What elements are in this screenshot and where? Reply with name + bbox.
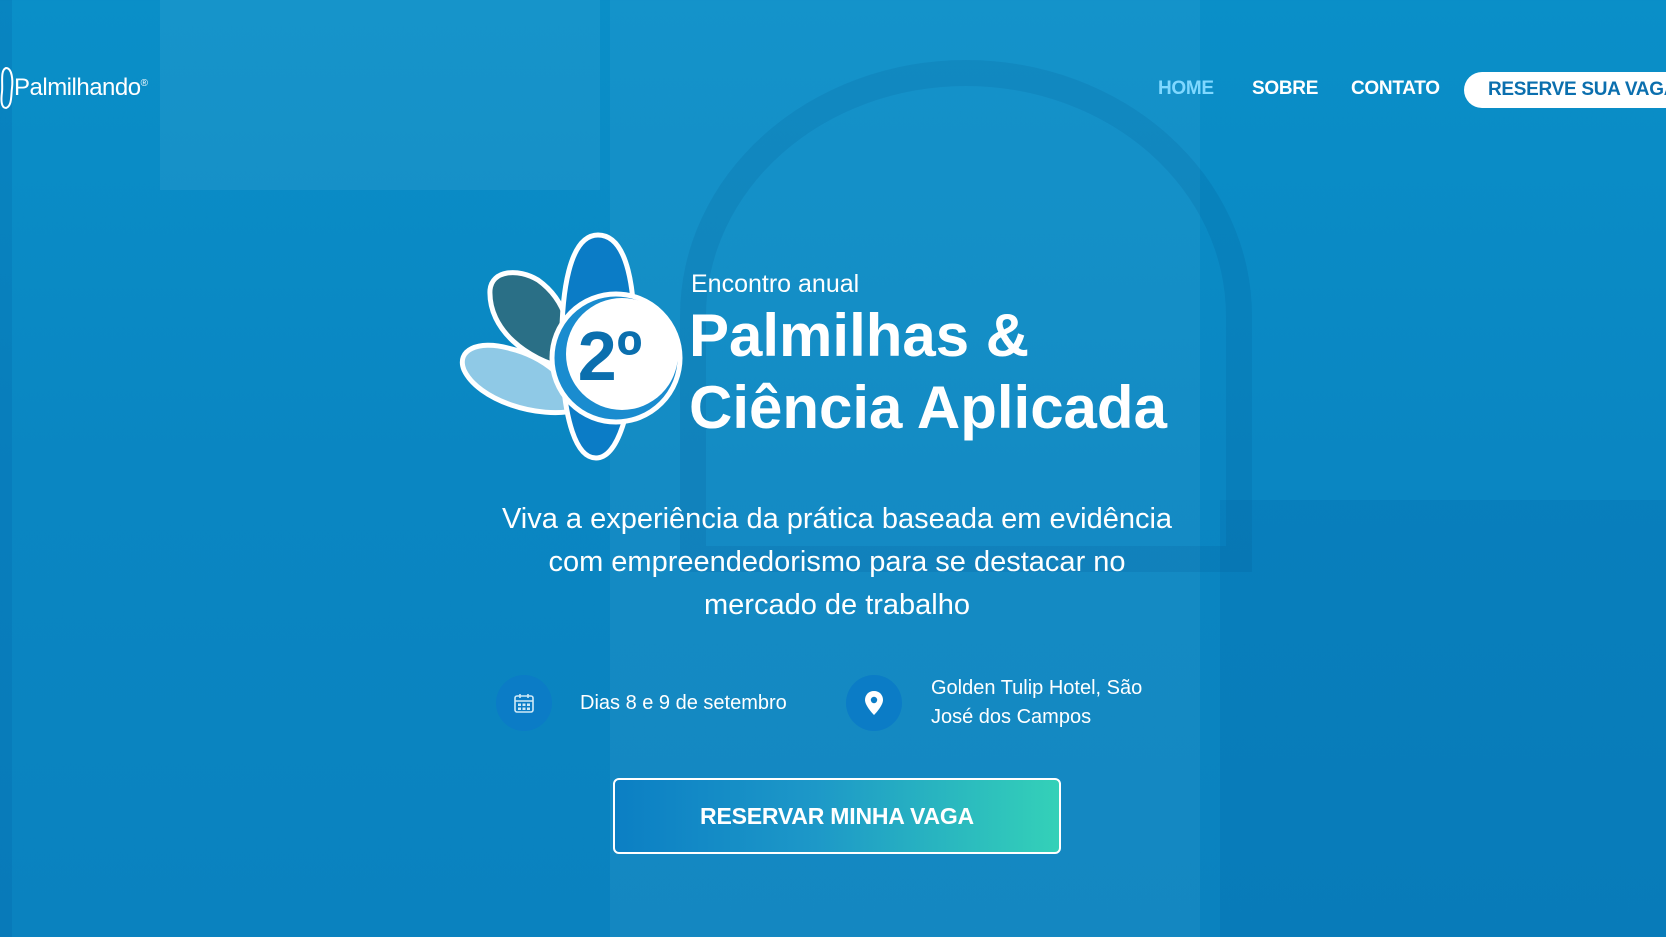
emblem-number: 2º [578, 317, 643, 395]
event-emblem: 2º [459, 232, 683, 461]
map-pin-icon [846, 675, 902, 731]
event-title-line1: Palmilhas & [689, 302, 1030, 369]
event-title: Palmilhas & Ciência Aplicada [689, 300, 1167, 444]
nav-sobre[interactable]: SOBRE [1252, 78, 1318, 100]
navbar: Palmilhando® HOME SOBRE CONTATO RESERVE … [0, 0, 1666, 180]
event-date: Dias 8 e 9 de setembro [580, 692, 787, 714]
reserve-my-spot-button[interactable]: RESERVAR MINHA VAGA [613, 778, 1061, 854]
nav-contato[interactable]: CONTATO [1351, 78, 1440, 100]
nav-home[interactable]: HOME [1158, 78, 1214, 100]
event-title-line2: Ciência Aplicada [689, 374, 1167, 441]
event-location: Golden Tulip Hotel, São José dos Campos [931, 677, 1143, 728]
event-subtitle: Viva a experiência da prática baseada em… [501, 503, 1173, 621]
logo-text: Palmilhando® [14, 74, 148, 101]
reserve-spot-header-button[interactable]: RESERVE SUA VAGA [1464, 72, 1666, 108]
logo[interactable]: Palmilhando® [0, 66, 148, 110]
event-kicker: Encontro anual [691, 270, 860, 298]
registered-mark: ® [140, 78, 148, 89]
background-shape [1220, 500, 1666, 937]
insole-logo-icon [0, 66, 14, 110]
calendar-icon [496, 675, 552, 731]
